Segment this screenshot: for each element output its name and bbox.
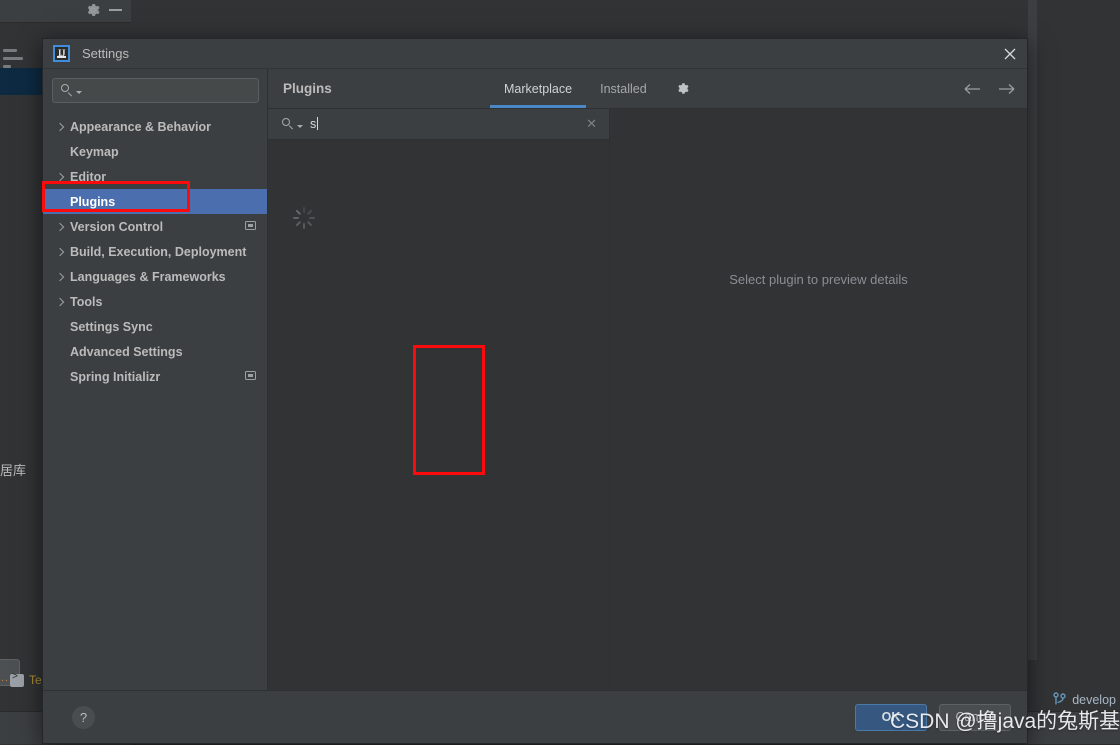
sidebar-item-version-control[interactable]: Version Control xyxy=(43,214,267,239)
sidebar-item-spring-initializr[interactable]: Spring Initializr xyxy=(43,364,267,389)
settings-nav-pane: Appearance & Behavior Keymap Editor Plugins… xyxy=(43,69,268,690)
sidebar-item-keymap[interactable]: Keymap xyxy=(43,139,267,164)
gear-icon[interactable] xyxy=(675,81,691,97)
clear-search-icon[interactable]: ✕ xyxy=(584,116,599,132)
sidebar-item-label: Tools xyxy=(70,294,103,309)
chevron-right-icon[interactable] xyxy=(55,122,67,131)
ide-right-strip xyxy=(1028,0,1120,660)
sidebar-item-languages-frameworks[interactable]: Languages & Frameworks xyxy=(43,264,267,289)
tab-marketplace[interactable]: Marketplace xyxy=(490,69,587,108)
logo-text: IJ xyxy=(57,48,66,58)
cancel-button[interactable]: Cancel xyxy=(939,703,1011,731)
plugins-header: Plugins Marketplace Installed xyxy=(268,69,1027,109)
arrow-right-icon[interactable] xyxy=(997,81,1015,97)
chevron-right-icon[interactable] xyxy=(55,247,67,256)
settings-dialog: IJ Settings Appearance & Behavior Keymap E… xyxy=(42,38,1028,744)
text-cursor xyxy=(317,117,319,130)
sidebar-item-plugins[interactable]: Plugins xyxy=(43,189,267,214)
loading-spinner-icon xyxy=(293,207,315,229)
arrow-left-icon[interactable] xyxy=(963,81,981,97)
dialog-title: Settings xyxy=(82,46,129,61)
search-icon xyxy=(61,84,74,97)
minimize-icon[interactable] xyxy=(109,9,122,11)
sidebar-item-label: Keymap xyxy=(70,144,119,159)
close-icon[interactable] xyxy=(1001,45,1019,63)
sidebar-item-settings-sync[interactable]: Settings Sync xyxy=(43,314,267,339)
sidebar-item-label: Plugins xyxy=(70,194,116,209)
git-branch-icon xyxy=(1053,692,1066,705)
project-scope-icon xyxy=(245,221,256,230)
dialog-body: Appearance & Behavior Keymap Editor Plugins… xyxy=(43,69,1027,690)
ide-branch-indicator[interactable]: develop xyxy=(1053,692,1116,707)
plugins-tab-bar: Marketplace Installed xyxy=(490,69,691,108)
nav-search-wrapper xyxy=(43,69,267,109)
plugins-split: s ✕ Select plugin to preview details xyxy=(268,109,1027,690)
chevron-down-icon xyxy=(76,91,82,94)
branch-name: develop xyxy=(1072,692,1116,707)
sidebar-item-label: Settings Sync xyxy=(70,319,153,334)
project-scope-icon xyxy=(245,371,256,380)
sidebar-item-label: Build, Execution, Deployment xyxy=(70,244,247,259)
plugins-content-pane: Plugins Marketplace Installed s ✕ Select… xyxy=(268,69,1027,690)
settings-nav-tree: Appearance & Behavior Keymap Editor Plugins… xyxy=(43,109,267,690)
plugin-list[interactable] xyxy=(268,140,609,690)
sidebar-item-label: Editor xyxy=(70,169,107,184)
history-nav xyxy=(963,81,1015,97)
chevron-right-icon[interactable] xyxy=(55,297,67,306)
sidebar-item-tools[interactable]: Tools xyxy=(43,289,267,314)
sidebar-item-build-execution-deployment[interactable]: Build, Execution, Deployment xyxy=(43,239,267,264)
chevron-right-icon[interactable] xyxy=(55,172,67,181)
ide-toolbar xyxy=(82,0,131,22)
tab-installed-label: Installed xyxy=(600,81,647,96)
intellij-logo-icon: IJ xyxy=(53,45,70,62)
sidebar-item-advanced-settings[interactable]: Advanced Settings xyxy=(43,339,267,364)
sidebar-item-label: Version Control xyxy=(70,219,164,234)
help-button[interactable]: ? xyxy=(72,705,95,729)
tab-installed[interactable]: Installed xyxy=(586,69,661,108)
dialog-title-bar: IJ Settings xyxy=(43,39,1027,69)
sidebar-item-label: Advanced Settings xyxy=(70,344,183,359)
search-icon xyxy=(282,117,295,131)
ide-editor-area xyxy=(1037,0,1120,660)
ide-terminal-tool-button[interactable]: Ter xyxy=(10,672,46,687)
sidebar-item-label: Spring Initializr xyxy=(70,369,161,384)
sidebar-item-appearance-behavior[interactable]: Appearance & Behavior xyxy=(43,114,267,139)
ok-button[interactable]: OK xyxy=(855,703,927,731)
detail-placeholder-text: Select plugin to preview details xyxy=(729,272,908,287)
plugin-search-field[interactable]: s ✕ xyxy=(268,109,609,140)
plugin-search-value: s xyxy=(310,117,317,131)
sidebar-item-label: Appearance & Behavior xyxy=(70,119,212,134)
gear-icon[interactable] xyxy=(85,2,101,18)
sidebar-item-label: Languages & Frameworks xyxy=(70,269,226,284)
plugin-search-value-wrap: s xyxy=(310,117,584,131)
ide-database-label: 居库 xyxy=(0,463,27,478)
chevron-right-icon[interactable] xyxy=(55,222,67,231)
chevron-down-icon xyxy=(297,124,303,128)
terminal-icon xyxy=(10,672,24,687)
chevron-right-icon[interactable] xyxy=(55,272,67,281)
footer-button-group: OK Cancel xyxy=(855,703,1011,731)
dialog-footer: ? OK Cancel xyxy=(43,690,1027,743)
plugin-list-column: s ✕ xyxy=(268,109,610,690)
tab-marketplace-label: Marketplace xyxy=(504,81,573,96)
page-title: Plugins xyxy=(283,81,332,96)
settings-search-input[interactable] xyxy=(52,78,259,103)
plugin-detail-pane: Select plugin to preview details xyxy=(610,109,1027,690)
sidebar-item-editor[interactable]: Editor xyxy=(43,164,267,189)
